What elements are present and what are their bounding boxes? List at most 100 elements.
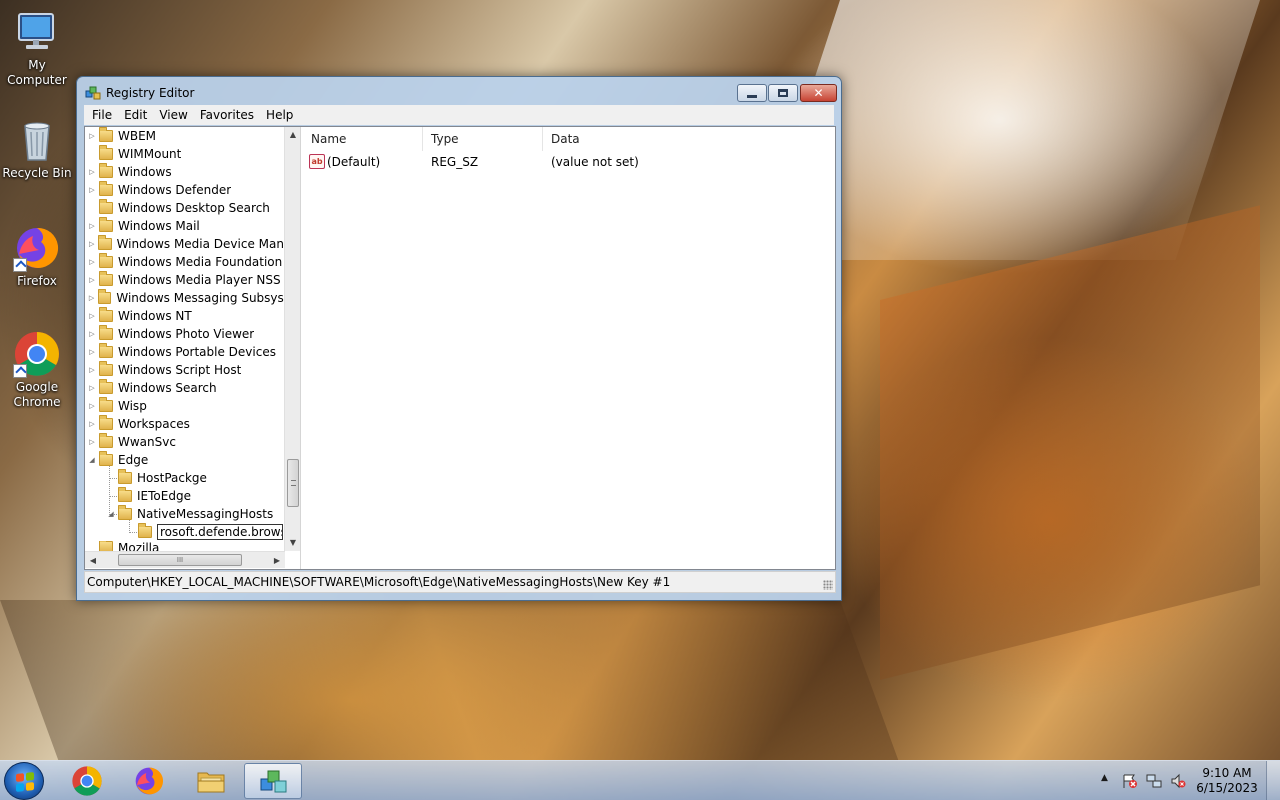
folder-icon bbox=[99, 307, 113, 322]
desktop-icon-firefox[interactable]: Firefox bbox=[0, 224, 74, 289]
menu-view[interactable]: View bbox=[153, 108, 193, 122]
start-button[interactable] bbox=[4, 762, 44, 800]
scrollbar-thumb[interactable] bbox=[287, 459, 299, 507]
resize-grip[interactable] bbox=[823, 580, 833, 590]
clock[interactable]: 9:10 AM 6/15/2023 bbox=[1194, 766, 1260, 796]
status-bar: Computer\HKEY_LOCAL_MACHINE\SOFTWARE\Mic… bbox=[84, 571, 836, 593]
tree-node[interactable]: ▷ Windows Media Foundation bbox=[87, 253, 287, 271]
show-hidden-icons-icon[interactable]: ▲ bbox=[1101, 773, 1108, 783]
taskbar-app-explorer[interactable] bbox=[182, 763, 240, 799]
folder-icon bbox=[118, 487, 132, 502]
firefox-icon bbox=[13, 224, 61, 272]
menu-bar: File Edit View Favorites Help bbox=[84, 105, 834, 125]
desktop-icon-label: My Computer bbox=[7, 58, 67, 87]
scrollbar-thumb[interactable]: III bbox=[118, 554, 242, 566]
editor-panes: ▷ WBEM WIMMount ▷ Windows ▷ Windows Defende… bbox=[84, 126, 836, 570]
tree-node-new-key[interactable]: rosoft.defende.browser bbox=[126, 523, 286, 541]
expand-arrow-icon[interactable]: ▷ bbox=[87, 240, 96, 248]
expand-arrow-icon[interactable]: ▷ bbox=[87, 348, 97, 356]
folder-icon bbox=[99, 343, 113, 358]
tree-node[interactable]: ▷ Windows NT bbox=[87, 307, 287, 325]
volume-muted-icon[interactable] bbox=[1170, 773, 1186, 789]
tree-node[interactable]: ▷ Windows Script Host bbox=[87, 361, 287, 379]
expand-arrow-icon[interactable]: ▷ bbox=[87, 384, 97, 392]
expand-arrow-icon[interactable]: ▷ bbox=[87, 330, 97, 338]
expand-arrow-icon[interactable]: ▷ bbox=[87, 222, 97, 230]
menu-edit[interactable]: Edit bbox=[118, 108, 153, 122]
tree-node[interactable]: ▷ Workspaces bbox=[87, 415, 287, 433]
rename-key-input[interactable]: rosoft.defende.browser bbox=[157, 524, 283, 540]
tree-node-edge[interactable]: ◢ Edge bbox=[87, 451, 287, 469]
desktop-icon-recycle-bin[interactable]: Recycle Bin bbox=[0, 116, 74, 181]
folder-icon bbox=[99, 163, 113, 178]
taskbar-app-chrome[interactable] bbox=[58, 763, 116, 799]
registry-editor-window: Registry Editor ✕ File Edit View Favorit… bbox=[76, 76, 842, 601]
collapse-arrow-icon[interactable]: ◢ bbox=[106, 510, 116, 518]
tree-node[interactable]: ▷ Wisp bbox=[87, 397, 287, 415]
tree-node[interactable]: ▷ Windows Media Device Manag bbox=[87, 235, 287, 253]
clock-date: 6/15/2023 bbox=[1196, 781, 1258, 795]
desktop-icon-google-chrome[interactable]: Google Chrome bbox=[0, 330, 74, 410]
clock-time: 9:10 AM bbox=[1202, 766, 1252, 780]
taskbar-app-firefox[interactable] bbox=[120, 763, 178, 799]
tree-node[interactable]: ▷ WBEM bbox=[87, 127, 287, 145]
tree-node[interactable]: HostPackge bbox=[106, 469, 300, 487]
close-icon: ✕ bbox=[813, 86, 824, 100]
folder-icon bbox=[99, 145, 113, 160]
tree-node[interactable]: ▷ Windows Photo Viewer bbox=[87, 325, 287, 343]
title-bar[interactable]: Registry Editor ✕ bbox=[77, 77, 841, 105]
tree-horizontal-scrollbar[interactable]: ◀ III ▶ bbox=[85, 551, 285, 568]
desktop-icon-my-computer[interactable]: My Computer bbox=[0, 8, 74, 88]
scroll-right-arrow-icon[interactable]: ▶ bbox=[269, 552, 285, 569]
tree-node[interactable]: ▷ WwanSvc bbox=[87, 433, 287, 451]
tree-vertical-scrollbar[interactable]: ▲ ▼ bbox=[284, 127, 300, 551]
expand-arrow-icon[interactable]: ▷ bbox=[87, 186, 97, 194]
expand-arrow-icon[interactable]: ▷ bbox=[87, 132, 97, 140]
show-desktop-button[interactable] bbox=[1266, 761, 1280, 800]
expand-arrow-icon[interactable]: ▷ bbox=[87, 402, 97, 410]
string-value-icon: ab bbox=[309, 154, 325, 169]
folder-icon bbox=[99, 433, 113, 448]
tree-node[interactable]: ▷ Windows bbox=[87, 163, 287, 181]
taskbar-app-registry-editor[interactable] bbox=[244, 763, 302, 799]
tree-node[interactable]: IEToEdge bbox=[106, 487, 300, 505]
action-center-icon[interactable] bbox=[1122, 773, 1138, 789]
expand-arrow-icon[interactable]: ▷ bbox=[87, 258, 97, 266]
menu-favorites[interactable]: Favorites bbox=[194, 108, 260, 122]
expand-arrow-icon[interactable]: ▷ bbox=[87, 168, 97, 176]
network-icon[interactable] bbox=[1146, 773, 1162, 789]
column-header-name[interactable]: Name bbox=[303, 127, 423, 151]
folder-icon bbox=[98, 289, 112, 304]
scroll-left-arrow-icon[interactable]: ◀ bbox=[85, 552, 101, 569]
expand-arrow-icon[interactable]: ▷ bbox=[87, 294, 96, 302]
tree-node[interactable]: ▷ Windows Search bbox=[87, 379, 287, 397]
expand-arrow-icon[interactable]: ▷ bbox=[87, 366, 97, 374]
maximize-button[interactable] bbox=[768, 84, 798, 102]
expand-arrow-icon[interactable]: ▷ bbox=[87, 276, 97, 284]
menu-file[interactable]: File bbox=[86, 108, 118, 122]
tree-node[interactable]: ▷ Windows Defender bbox=[87, 181, 287, 199]
scroll-up-arrow-icon[interactable]: ▲ bbox=[285, 127, 300, 143]
tree-node[interactable]: Mozilla bbox=[87, 541, 287, 551]
column-header-type[interactable]: Type bbox=[423, 127, 543, 151]
minimize-button[interactable] bbox=[737, 84, 767, 102]
menu-help[interactable]: Help bbox=[260, 108, 299, 122]
folder-icon bbox=[99, 181, 113, 196]
tree-node[interactable]: WIMMount bbox=[87, 145, 287, 163]
expand-arrow-icon[interactable]: ▷ bbox=[87, 438, 97, 446]
tree-node[interactable]: ▷ Windows Media Player NSS bbox=[87, 271, 287, 289]
scroll-down-arrow-icon[interactable]: ▼ bbox=[285, 535, 300, 551]
expand-arrow-icon[interactable]: ▷ bbox=[87, 420, 97, 428]
collapse-arrow-icon[interactable]: ◢ bbox=[87, 456, 97, 464]
column-header-data[interactable]: Data bbox=[543, 127, 833, 151]
close-button[interactable]: ✕ bbox=[800, 84, 837, 102]
expand-arrow-icon[interactable]: ▷ bbox=[87, 312, 97, 320]
folder-icon bbox=[195, 765, 227, 797]
tree-node[interactable]: ▷ Windows Mail bbox=[87, 217, 287, 235]
tree-node[interactable]: ▷ Windows Messaging Subsyster bbox=[87, 289, 287, 307]
folder-icon bbox=[138, 523, 152, 538]
tree-node[interactable]: ▷ Windows Portable Devices bbox=[87, 343, 287, 361]
value-row[interactable]: ab (Default) REG_SZ (value not set) bbox=[303, 153, 835, 171]
tree-node[interactable]: ◢ NativeMessagingHosts bbox=[106, 505, 300, 523]
tree-node[interactable]: Windows Desktop Search bbox=[87, 199, 287, 217]
